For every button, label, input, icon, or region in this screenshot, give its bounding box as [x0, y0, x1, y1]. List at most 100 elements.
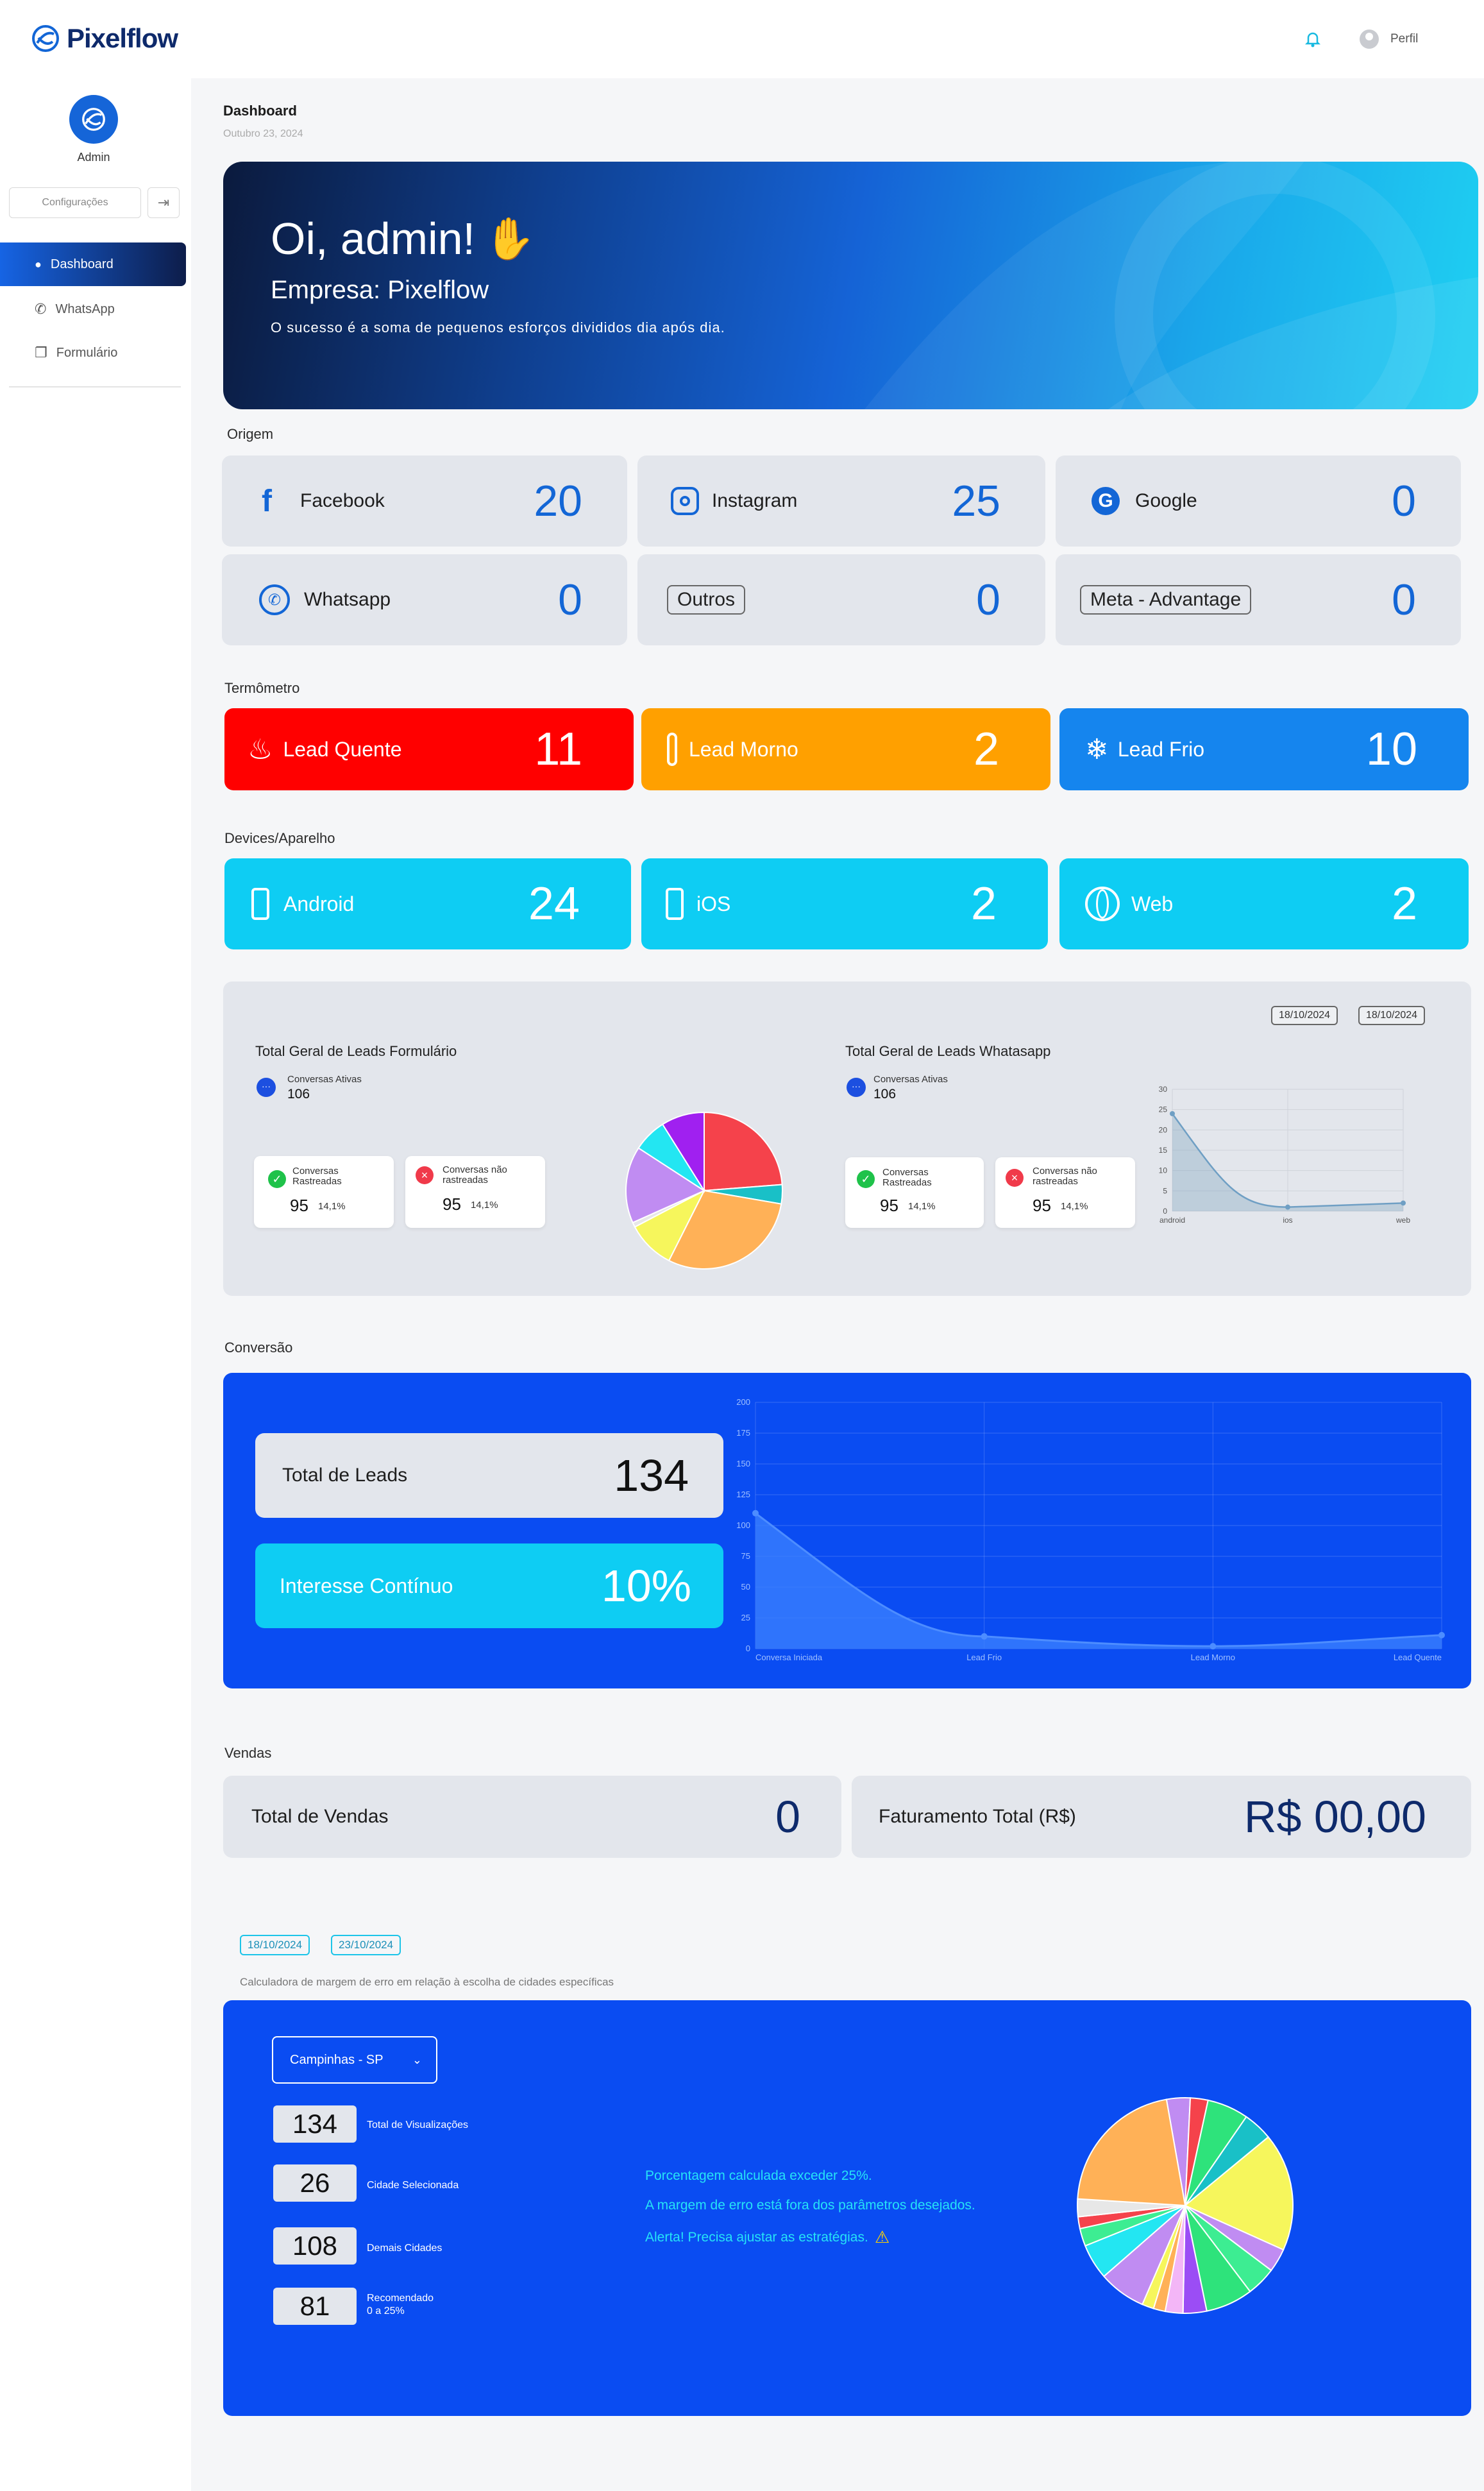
x-tick-label: android: [1159, 1216, 1185, 1225]
calc-date-to[interactable]: 23/10/2024: [331, 1935, 401, 1955]
motto: O sucesso é a soma de pequenos esforços …: [271, 319, 725, 336]
alert-line: A margem de erro está fora dos parâmetro…: [645, 2198, 975, 2213]
logout-icon[interactable]: ⇥: [148, 187, 180, 218]
thermometer-icon: [667, 733, 677, 766]
data-point: [1401, 1200, 1406, 1206]
instagram-icon: [671, 487, 699, 515]
card-label: Android: [283, 892, 355, 915]
city-select[interactable]: Campinhas - SP ⌄: [272, 2036, 437, 2084]
chevron-down-icon: ⌄: [412, 2053, 422, 2066]
tracked-value: 95: [880, 1196, 898, 1215]
brand-logo[interactable]: Pixelflow: [31, 23, 178, 54]
pie-slice: [704, 1111, 783, 1192]
active-value: 106: [287, 1087, 310, 1101]
data-point: [1210, 1643, 1217, 1650]
card-value: 0: [976, 575, 1000, 624]
card-label: Faturamento Total (R$): [879, 1806, 1076, 1827]
card-label: Lead Frio: [1117, 737, 1205, 761]
stat-value: 26: [273, 2164, 357, 2202]
conversion-panel: Total de Leads 134 Interesse Contínuo 10…: [223, 1373, 1471, 1688]
device-card-ios[interactable]: iOS 2: [641, 858, 1048, 949]
alert-line-3: Alerta! Precisa ajustar as estratégias. …: [645, 2227, 890, 2247]
untracked-value: 95: [1033, 1196, 1051, 1215]
interest-card: Interesse Contínuo 10%: [255, 1543, 723, 1628]
smartphone-icon: [251, 888, 269, 920]
y-tick-label: 0: [746, 1644, 750, 1653]
x-tick-label: Lead Frio: [966, 1653, 1002, 1662]
settings-button[interactable]: Configurações: [9, 187, 141, 218]
pie-slice: [1077, 2098, 1186, 2207]
stat-label-2: 0 a 25%: [367, 2306, 405, 2317]
total-sales-card: Total de Vendas 0: [223, 1776, 841, 1858]
tracked-label: Conversas Rastreadas: [882, 1167, 932, 1188]
alert-line: Porcentagem calculada exceder 25%.: [645, 2168, 872, 2183]
company-name: Empresa: Pixelflow: [271, 276, 489, 304]
device-card-web[interactable]: Web 2: [1059, 858, 1469, 949]
alert-text: Alerta! Precisa ajustar as estratégias.: [645, 2229, 868, 2245]
calc-date-from[interactable]: 18/10/2024: [240, 1935, 310, 1955]
greeting-text: Oi, admin!: [271, 214, 475, 264]
copy-icon: ❐: [35, 344, 47, 361]
card-label: Total de Vendas: [251, 1806, 389, 1827]
thermo-card-lead-morno[interactable]: Lead Morno 2: [641, 708, 1050, 790]
origin-card-whatsapp[interactable]: ✆ Whatsapp 0: [222, 554, 627, 645]
bell-icon[interactable]: [1303, 30, 1322, 49]
data-point: [1285, 1204, 1290, 1210]
sidebar-item-formulario[interactable]: ❐ Formulário: [0, 331, 186, 375]
card-value: R$ 00,00: [1244, 1792, 1426, 1842]
welcome-banner: Oi, admin! ✋ Empresa: Pixelflow O sucess…: [223, 162, 1478, 409]
conversion-area-chart: 0 25 50 75 100 125 150 175 200 Conversa Iniciada L…: [736, 1397, 1445, 1662]
y-tick-label: 100: [736, 1520, 750, 1530]
card-label: Whatsapp: [304, 589, 391, 610]
device-card-android[interactable]: Android 24: [224, 858, 631, 949]
profile-menu[interactable]: Perfil: [1360, 30, 1418, 49]
card-label: Lead Quente: [283, 737, 402, 761]
data-point: [1170, 1111, 1175, 1116]
calc-caption: Calculadora de margem de erro em relação…: [240, 1976, 614, 1988]
thermo-card-lead-frio[interactable]: ❄ Lead Frio 10: [1059, 708, 1469, 790]
chat-icon: ···: [847, 1078, 866, 1097]
leads-panel: 18/10/2024 18/10/2024 Total Geral de Lea…: [223, 982, 1471, 1296]
waving-hand-icon: ✋: [484, 215, 535, 262]
card-label: Facebook: [300, 490, 385, 511]
y-tick-label: 20: [1159, 1125, 1168, 1134]
untracked-label: Conversas não rastreadas: [1033, 1166, 1097, 1187]
card-value: 2: [973, 724, 999, 775]
admin-name: Admin: [77, 151, 110, 164]
avatar: [1360, 30, 1379, 49]
card-value: 0: [775, 1792, 800, 1842]
close-icon: ×: [416, 1166, 434, 1184]
top-bar: [0, 0, 1484, 78]
x-tick-label: Lead Quente: [1394, 1653, 1442, 1662]
whatsapp-devices-line-chart: 0 5 10 15 20 25 30 android ios web: [1159, 1085, 1411, 1225]
date-to-filter[interactable]: 18/10/2024: [1358, 1006, 1426, 1025]
section-title-devices: Devices/Aparelho: [224, 830, 335, 846]
y-tick-label: 5: [1163, 1186, 1167, 1195]
tracked-value: 95: [290, 1196, 308, 1215]
admin-avatar[interactable]: [69, 95, 118, 144]
calculator-panel: Campinhas - SP ⌄ 134 Total de Visualizaç…: [223, 2000, 1471, 2416]
origin-card-outros[interactable]: Outros 0: [637, 554, 1045, 645]
tracked-card: ✓ Conversas Rastreadas 95 14,1%: [845, 1157, 984, 1228]
untracked-pct: 14,1%: [471, 1200, 498, 1211]
origin-card-google[interactable]: G Google 0: [1056, 455, 1461, 547]
y-tick-label: 50: [741, 1582, 750, 1592]
stat-value: 108: [273, 2227, 357, 2265]
untracked-card: × Conversas não rastreadas 95 14,1%: [995, 1157, 1135, 1228]
origin-card-meta-advantage[interactable]: Meta - Advantage 0: [1056, 554, 1461, 645]
card-label: Google: [1135, 490, 1197, 511]
tracked-pct: 14,1%: [908, 1201, 936, 1212]
origin-card-facebook[interactable]: f Facebook 20: [222, 455, 627, 547]
origin-card-instagram[interactable]: Instagram 25: [637, 455, 1045, 547]
sidebar-item-dashboard[interactable]: ● Dashboard: [0, 242, 186, 286]
card-value: 134: [614, 1450, 689, 1501]
form-leads-pie-chart: [625, 1111, 783, 1270]
stat-label: Total de Visualizações: [367, 2120, 469, 2130]
sidebar-item-whatsapp[interactable]: ✆ WhatsApp: [0, 287, 186, 331]
card-label: iOS: [696, 892, 731, 915]
google-icon: G: [1092, 487, 1120, 515]
revenue-card: Faturamento Total (R$) R$ 00,00: [852, 1776, 1471, 1858]
sidebar-item-label: WhatsApp: [55, 302, 115, 316]
date-from-filter[interactable]: 18/10/2024: [1271, 1006, 1338, 1025]
thermo-card-lead-quente[interactable]: ♨ Lead Quente 11: [224, 708, 634, 790]
